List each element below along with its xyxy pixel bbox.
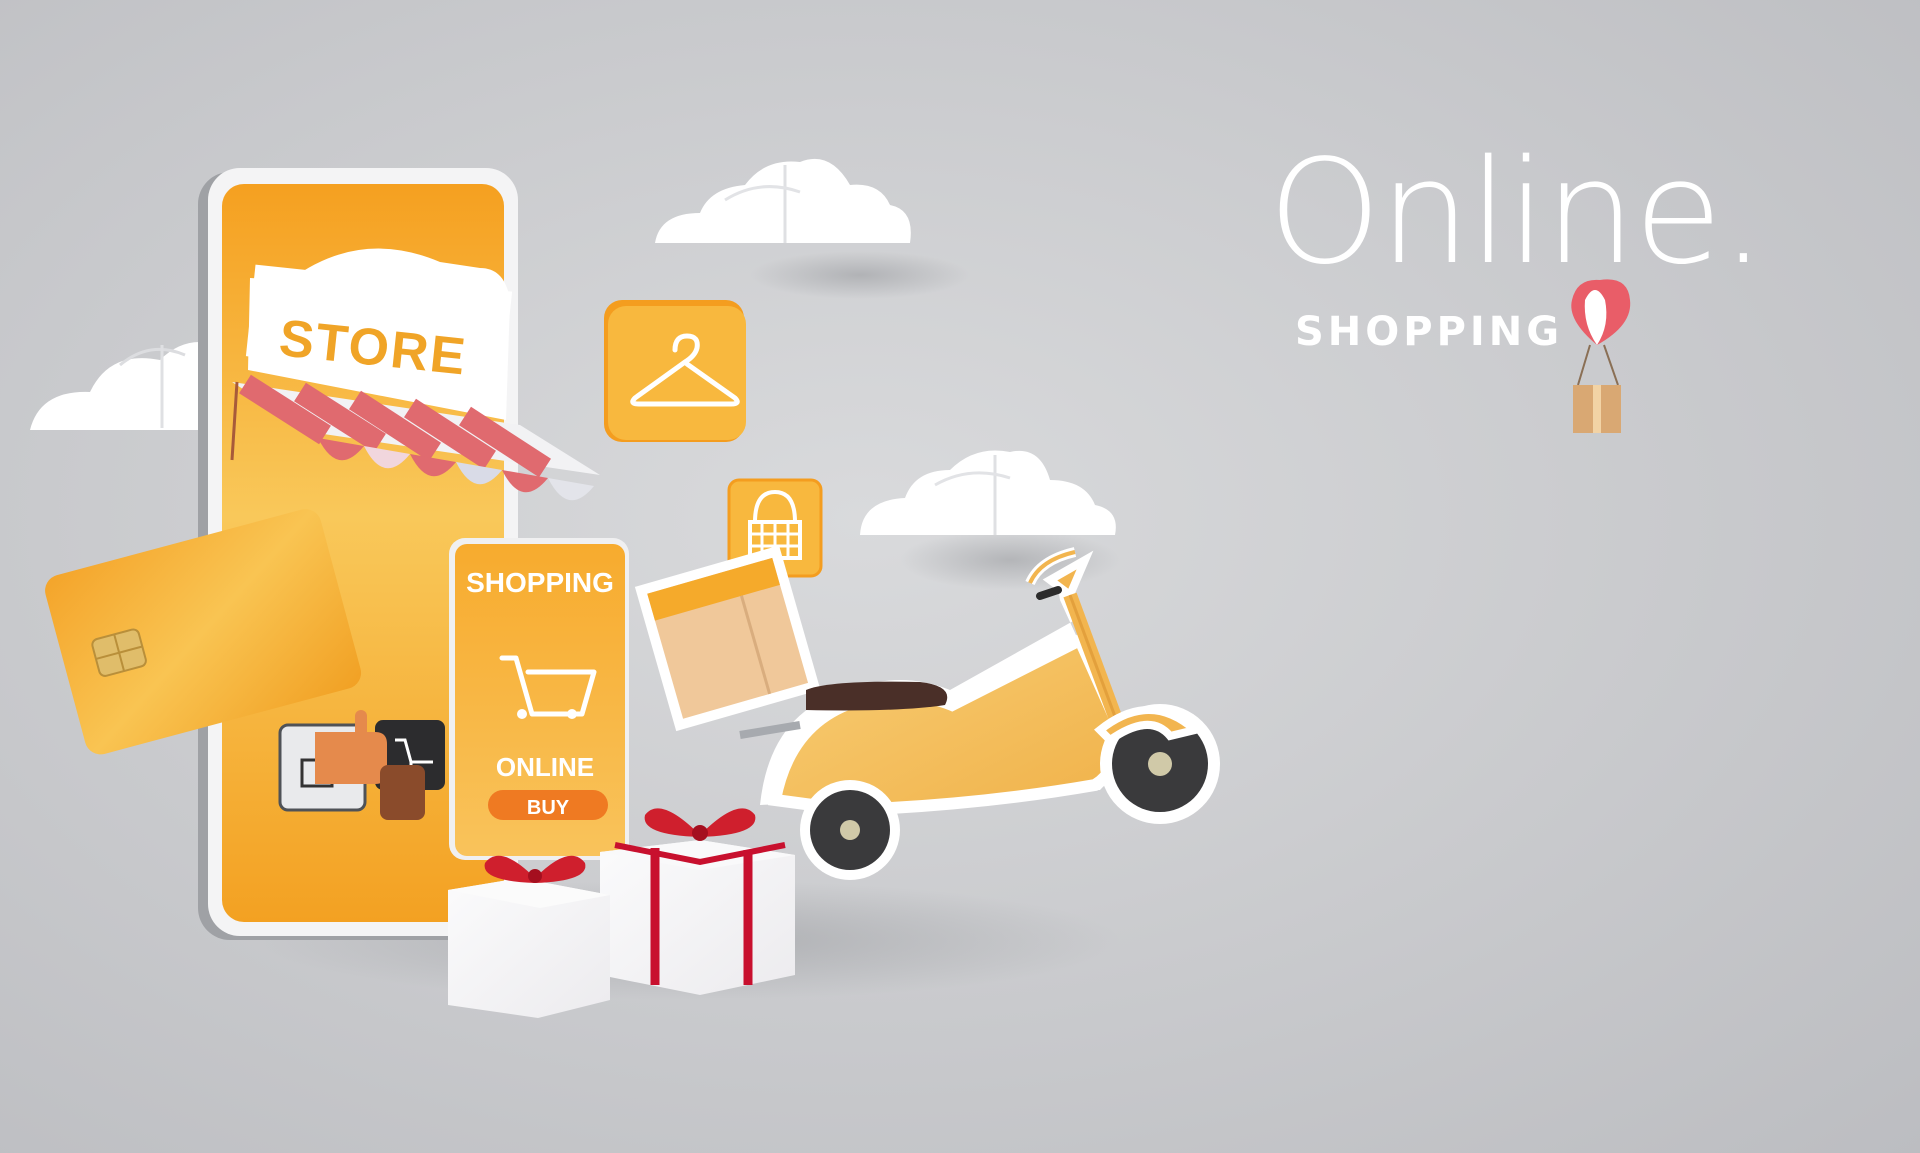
bow-icon	[644, 808, 756, 841]
cloud-top	[655, 158, 911, 243]
cloud-shadow	[750, 251, 970, 299]
scooter-rear-wheel	[800, 780, 900, 880]
shopping-panel-online: ONLINE	[496, 752, 594, 782]
headline-title: Online.	[1268, 128, 1766, 296]
headline-subtitle: SHOPPING	[1295, 309, 1564, 355]
balloon-parcel	[1571, 279, 1631, 433]
scooter	[739, 547, 1220, 880]
gift-box-back	[600, 808, 795, 995]
cloud-right	[860, 450, 1116, 535]
shopping-panel-title: SHOPPING	[466, 567, 614, 598]
hanger-icon-tile	[604, 300, 746, 442]
buy-button-label[interactable]: BUY	[527, 797, 570, 819]
